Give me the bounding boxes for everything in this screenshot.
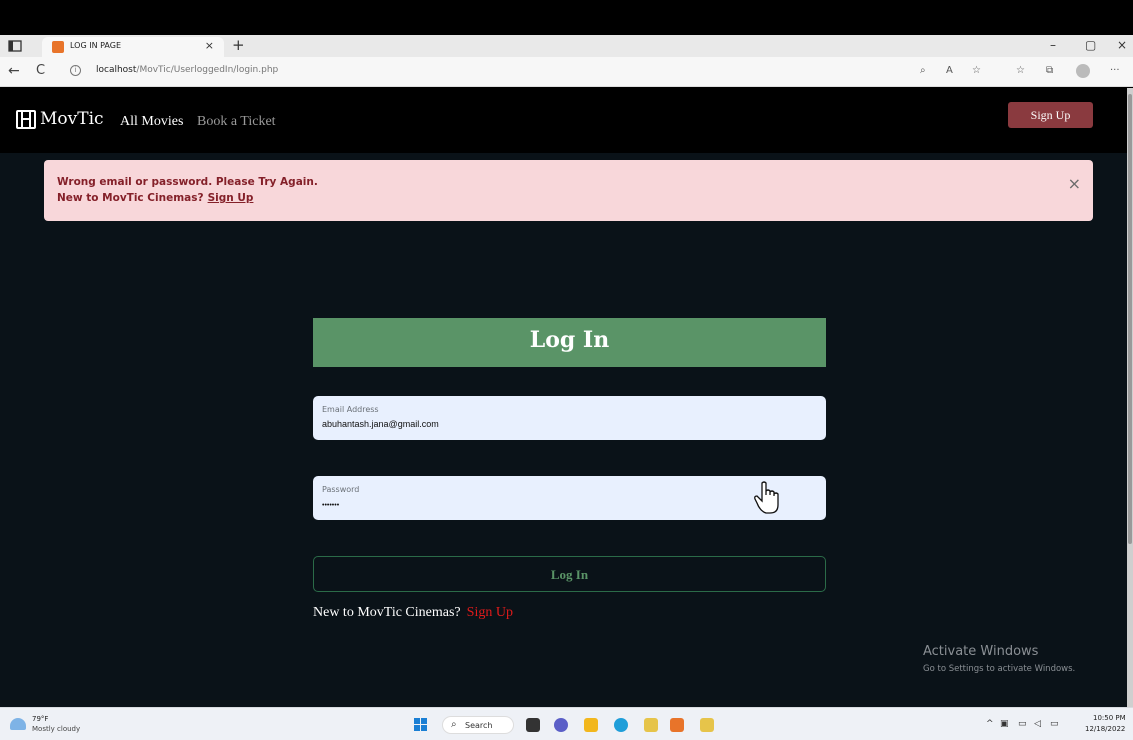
zoom-icon[interactable]: ⌕ (920, 65, 926, 76)
hand-cursor-icon (754, 481, 779, 514)
site-info-icon[interactable]: i (70, 65, 81, 76)
login-button-label: Log In (550, 567, 589, 582)
nav-book-ticket[interactable]: Book a Ticket (197, 114, 276, 130)
chat-icon[interactable] (554, 718, 568, 732)
activate-windows-title: Activate Windows (923, 644, 1039, 659)
back-icon[interactable]: ← (8, 63, 20, 79)
reload-icon[interactable]: C (36, 63, 45, 78)
page-scrollbar[interactable] (1127, 88, 1133, 707)
film-icon (16, 110, 36, 129)
favorite-add-icon[interactable]: ☆ (972, 65, 981, 76)
weather-temperature[interactable]: 79°F (32, 715, 48, 723)
login-title: Log In (529, 327, 610, 353)
search-label: Search (465, 721, 493, 730)
windows-start-icon[interactable] (414, 718, 428, 732)
battery-icon[interactable]: ▭ (1050, 719, 1059, 729)
signup-button[interactable]: Sign Up (1008, 102, 1093, 128)
email-field[interactable]: Email Address abuhantash.jana@gmail.com (313, 396, 826, 440)
notepad-icon[interactable] (644, 718, 658, 732)
document-icon[interactable] (700, 718, 714, 732)
task-view-icon[interactable] (526, 718, 540, 732)
new-tab-icon[interactable]: + (232, 36, 245, 54)
taskbar-search[interactable]: ⌕ Search (442, 716, 514, 734)
tab-title: LOG IN PAGE (70, 41, 121, 50)
more-icon[interactable]: ··· (1110, 65, 1120, 76)
volume-icon[interactable]: ◁ (1034, 719, 1041, 729)
password-label: Password (322, 485, 360, 494)
signup-prompt-line: New to MovTic Cinemas? Sign Up (313, 605, 513, 621)
profile-avatar-icon[interactable] (1076, 64, 1090, 78)
xampp-icon[interactable] (670, 718, 684, 732)
minimize-icon[interactable]: – (1050, 38, 1056, 52)
file-explorer-icon[interactable] (584, 718, 598, 732)
alert-signup-link[interactable]: Sign Up (208, 192, 254, 204)
search-icon: ⌕ (451, 719, 457, 730)
web-page: MovTic All Movies Book a Ticket Sign Up … (0, 88, 1133, 707)
scrollbar-thumb[interactable] (1128, 94, 1132, 544)
collections-icon[interactable]: ⧉ (1046, 65, 1053, 76)
url-host: localhost (96, 65, 137, 75)
nav-all-movies[interactable]: All Movies (120, 114, 183, 130)
xampp-favicon-icon (52, 41, 64, 53)
alert-close-icon[interactable]: × (1068, 174, 1081, 193)
email-label: Email Address (322, 405, 379, 414)
clock-date[interactable]: 12/18/2022 (1085, 725, 1125, 733)
alert-signup-line: New to MovTic Cinemas? Sign Up (57, 192, 253, 204)
password-field[interactable]: Password ••••••• (313, 476, 826, 520)
restore-icon[interactable]: ▢ (1085, 38, 1096, 52)
url-path: /MovTic/UserloggedIn/login.php (136, 65, 279, 75)
network-icon[interactable]: ▭ (1018, 719, 1027, 729)
browser-tab[interactable]: LOG IN PAGE × (42, 37, 224, 57)
edge-icon[interactable] (614, 718, 628, 732)
login-button[interactable]: Log In (313, 556, 826, 592)
signup-link[interactable]: Sign Up (467, 605, 513, 620)
weather-description[interactable]: Mostly cloudy (32, 725, 80, 733)
favorites-icon[interactable]: ☆ (1016, 65, 1025, 76)
screen: LOG IN PAGE × + – ▢ × ← C i localhost/Mo… (0, 0, 1133, 740)
close-window-icon[interactable]: × (1117, 38, 1127, 52)
alert-message: Wrong email or password. Please Try Agai… (57, 176, 318, 188)
activate-windows-subtitle: Go to Settings to activate Windows. (923, 664, 1076, 674)
read-aloud-icon[interactable]: A (946, 65, 953, 76)
cloud-icon[interactable] (10, 718, 26, 730)
signup-prompt: New to MovTic Cinemas? (313, 605, 461, 620)
tab-close-icon[interactable]: × (205, 39, 214, 52)
address-bar-row: ← C i localhost/MovTic/UserloggedIn/logi… (0, 57, 1133, 87)
site-navbar: MovTic All Movies Book a Ticket Sign Up (0, 88, 1133, 153)
login-header: Log In (313, 318, 826, 367)
windows-taskbar: 79°F Mostly cloudy ⌕ Search ^ ▣ ▭ ◁ ▭ 10… (0, 707, 1133, 740)
error-alert: Wrong email or password. Please Try Agai… (44, 160, 1093, 221)
email-value: abuhantash.jana@gmail.com (322, 419, 439, 429)
password-value: ••••••• (322, 502, 340, 509)
chevron-up-icon[interactable]: ^ (986, 719, 994, 729)
tray-app-icon[interactable]: ▣ (1000, 719, 1009, 729)
tab-actions-icon[interactable] (8, 39, 22, 53)
alert-prompt: New to MovTic Cinemas? (57, 192, 204, 204)
clock-time[interactable]: 10:50 PM (1093, 714, 1126, 722)
brand-logo[interactable]: MovTic (40, 109, 104, 129)
url-field[interactable]: localhost/MovTic/UserloggedIn/login.php (96, 65, 278, 75)
browser-tab-strip: LOG IN PAGE × + – ▢ × (0, 35, 1133, 57)
